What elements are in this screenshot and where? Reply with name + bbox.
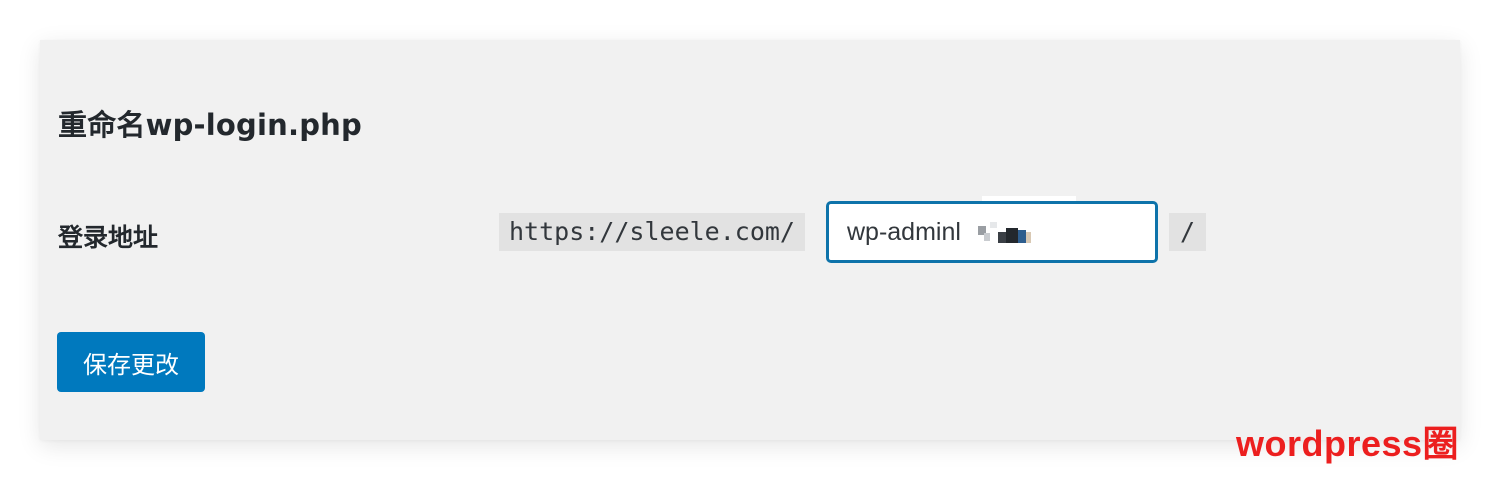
page-title: 重命名wp-login.php — [58, 108, 362, 142]
login-slug-input[interactable] — [826, 201, 1158, 263]
settings-panel: 重命名wp-login.php 登录地址 https://sleele.com/… — [40, 40, 1460, 440]
url-suffix: / — [1169, 213, 1207, 251]
url-prefix: https://sleele.com/ — [499, 213, 805, 251]
login-url-label: 登录地址 — [58, 223, 159, 252]
wordpress-quan-watermark: wordpress圈 — [1236, 423, 1460, 464]
save-changes-button[interactable]: 保存更改 — [57, 332, 205, 392]
